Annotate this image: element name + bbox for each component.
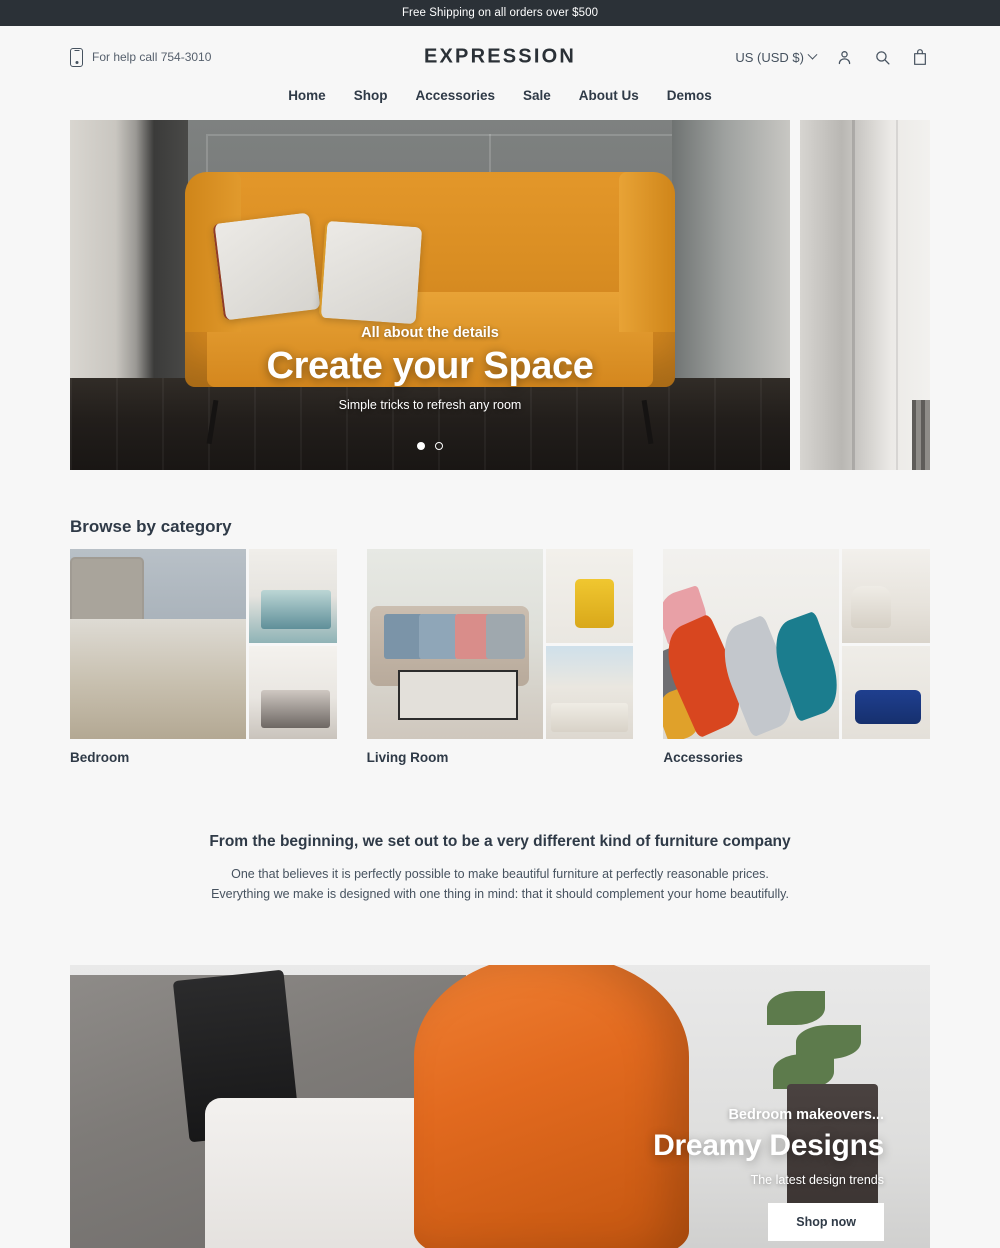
mission-line-1: One that believes it is perfectly possib…: [231, 867, 769, 881]
bedroom-side-images: [249, 549, 337, 739]
mission-section: From the beginning, we set out to be a v…: [0, 833, 1000, 903]
mission-line-2: Everything we make is designed with one …: [211, 887, 789, 902]
search-icon: [875, 50, 890, 65]
category-card-accessories[interactable]: Accessories: [663, 549, 931, 765]
currency-selector[interactable]: US (USD $): [735, 49, 818, 65]
nav-item-demos[interactable]: Demos: [667, 88, 712, 103]
help-phone-text: For help call 754-3010: [92, 50, 212, 64]
nav-item-accessories[interactable]: Accessories: [415, 88, 495, 103]
category-label-accessories: Accessories: [663, 750, 743, 765]
accessories-side-images: [842, 549, 931, 739]
promo-banner-button[interactable]: Shop now: [768, 1203, 884, 1242]
shopping-bag-icon: [914, 49, 926, 65]
promo-banner-eyebrow: Bedroom makeovers...: [728, 1107, 884, 1124]
hero-floor: [70, 378, 790, 470]
announcement-bar: Free Shipping on all orders over $500: [0, 0, 1000, 26]
living-pillow-4: [486, 613, 526, 660]
living-pillow-1: [384, 613, 423, 660]
cart-button[interactable]: [910, 46, 930, 68]
hero-wall-right: [672, 120, 790, 382]
nav-item-home[interactable]: Home: [288, 88, 326, 103]
site-header: For help call 754-3010 EXPRESSION US (US…: [0, 26, 1000, 88]
banner-chair: [414, 965, 690, 1248]
announcement-text: Free Shipping on all orders over $500: [401, 7, 599, 19]
category-card-living-room[interactable]: Living Room: [366, 549, 634, 765]
living-room-side-image-1: [545, 549, 634, 643]
living-room-side-image-2: [545, 645, 634, 739]
nav-item-shop[interactable]: Shop: [354, 88, 388, 103]
promo-banner-copy: Bedroom makeovers... Dreamy Designs The …: [653, 965, 884, 1248]
promo-banner-title: Dreamy Designs: [653, 1129, 884, 1163]
banner-bed: [70, 975, 481, 1248]
category-grid: Bedroom Living Room Accessories: [70, 549, 931, 765]
category-label-living-room: Living Room: [366, 750, 449, 765]
hero-radiator: [912, 400, 930, 470]
category-image-bedroom: [70, 549, 337, 739]
primary-nav: Home Shop Accessories Sale About Us Demo…: [0, 88, 1000, 120]
categories-heading: Browse by category: [70, 517, 232, 536]
account-button[interactable]: [834, 46, 854, 68]
category-label-bedroom: Bedroom: [70, 750, 130, 765]
accessories-main-image: [663, 549, 840, 739]
carousel-dot-1[interactable]: [417, 442, 425, 450]
carousel-dots: [70, 442, 790, 450]
site-logo-text: EXPRESSION: [423, 45, 577, 68]
promo-banner[interactable]: Bedroom makeovers... Dreamy Designs The …: [70, 965, 930, 1248]
hero-slide-image: [70, 120, 790, 470]
currency-label: US (USD $): [735, 49, 804, 65]
nav-item-sale[interactable]: Sale: [523, 88, 551, 103]
living-room-main-image: [366, 549, 543, 739]
chevron-down-icon: [807, 49, 818, 60]
carousel-dot-2[interactable]: [435, 442, 443, 450]
nav-item-about-us[interactable]: About Us: [579, 88, 639, 103]
category-card-bedroom[interactable]: Bedroom: [70, 549, 337, 765]
category-image-living-room: [366, 549, 634, 739]
living-pillow-2: [419, 613, 459, 660]
mobile-phone-icon: [70, 47, 83, 67]
hero-sofa-arm-right: [619, 172, 675, 332]
hero-slide-next-image: [800, 120, 930, 470]
hero-carousel[interactable]: All about the details Create your Space …: [70, 120, 930, 470]
hero-slide-track: [70, 120, 930, 470]
bedroom-main-image: [70, 549, 246, 739]
accessories-side-image-2: [842, 645, 931, 739]
hero-slide-next-peek[interactable]: [800, 120, 930, 470]
accessories-side-image-1: [842, 549, 931, 643]
help-phone-block[interactable]: For help call 754-3010: [70, 47, 212, 67]
hero-slide-active[interactable]: [70, 120, 790, 470]
header-actions: US (USD $): [735, 46, 930, 68]
hero-pillow-2: [318, 220, 423, 325]
search-button[interactable]: [872, 46, 892, 68]
living-room-side-images: [545, 549, 634, 739]
mission-heading: From the beginning, we set out to be a v…: [209, 833, 791, 850]
account-icon: [838, 50, 850, 64]
promo-banner-subtitle: The latest design trends: [750, 1173, 884, 1188]
bedroom-side-image-1: [249, 549, 337, 643]
category-image-accessories: [663, 549, 931, 739]
bedroom-side-image-2: [249, 645, 337, 739]
hero-pillow-1: [212, 212, 321, 321]
